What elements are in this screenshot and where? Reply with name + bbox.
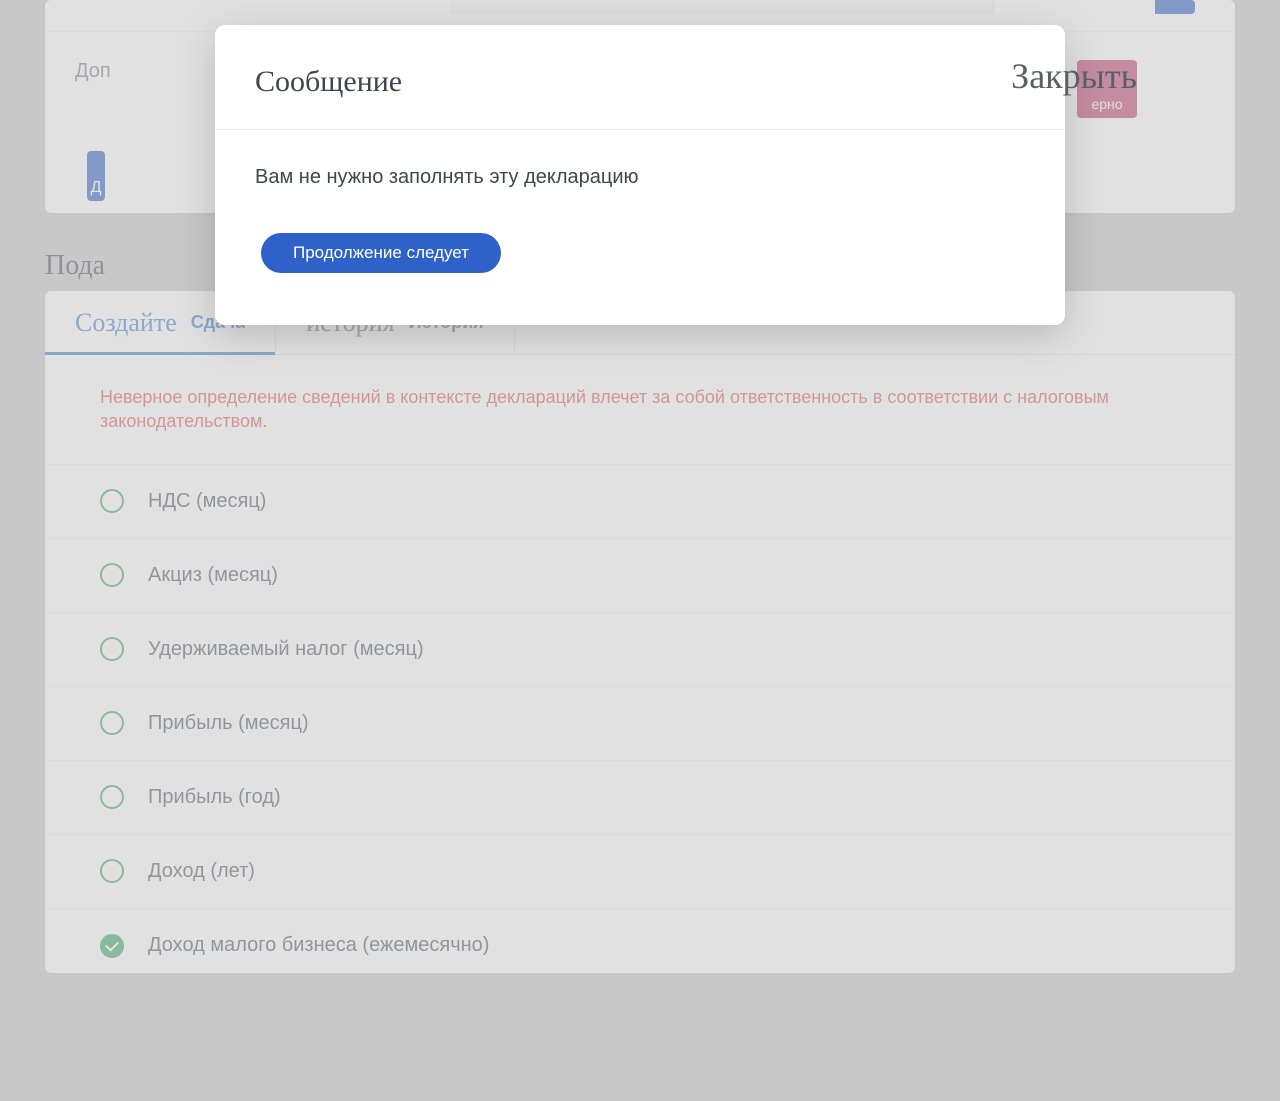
message-modal: Сообщение Закрыть Вам не нужно заполнять… bbox=[215, 25, 1065, 325]
modal-message: Вам не нужно заполнять эту декларацию bbox=[255, 166, 1025, 189]
modal-divider bbox=[215, 129, 1065, 130]
modal-continue-button[interactable]: Продолжение следует bbox=[261, 233, 501, 273]
modal-title: Сообщение bbox=[255, 65, 1025, 99]
modal-overlay: Сообщение Закрыть Вам не нужно заполнять… bbox=[0, 0, 1280, 1101]
modal-close-button[interactable]: Закрыть bbox=[1011, 55, 1137, 97]
